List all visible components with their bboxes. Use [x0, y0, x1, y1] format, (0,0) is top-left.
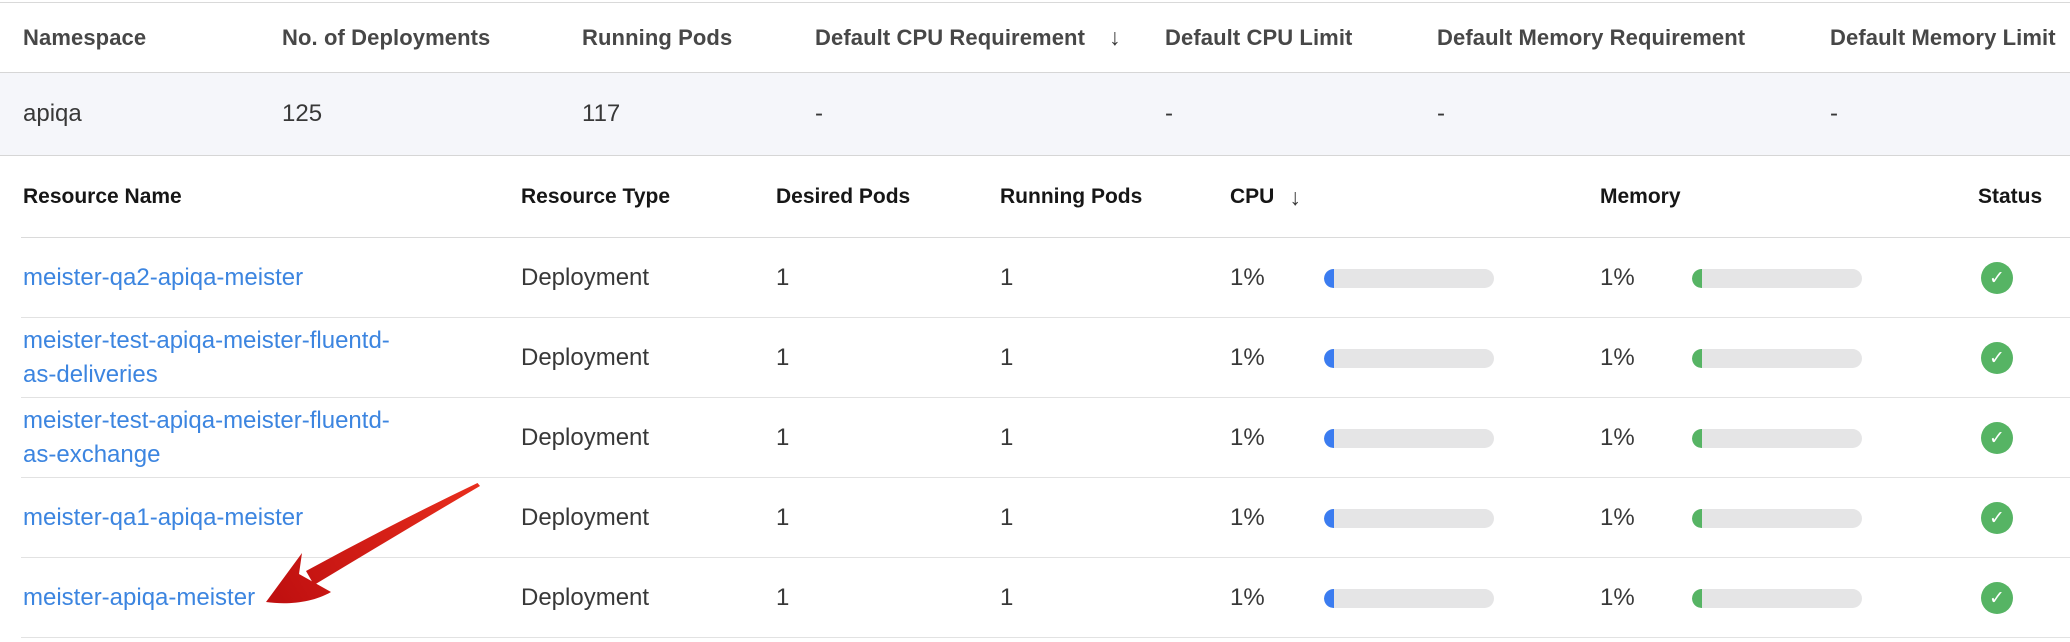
- cpu-percent: 1%: [1230, 264, 1324, 292]
- desired-pods: 1: [776, 238, 1000, 318]
- desired-pods: 1: [776, 558, 1000, 638]
- desired-pods: 1: [776, 478, 1000, 558]
- cpu-usage-fill: [1324, 429, 1334, 448]
- column-header-memory-requirement[interactable]: Default Memory Requirement: [1437, 25, 1830, 51]
- namespace-table-header: Namespace No. of Deployments Running Pod…: [0, 3, 2070, 73]
- memory-usage-bar: [1692, 429, 1862, 448]
- status-ok-icon: ✓: [1981, 422, 2013, 454]
- column-header-namespace[interactable]: Namespace: [23, 25, 282, 51]
- status-ok-icon: ✓: [1981, 502, 2013, 534]
- cpu-percent: 1%: [1230, 584, 1324, 612]
- desired-pods: 1: [776, 318, 1000, 398]
- memory-percent: 1%: [1600, 584, 1692, 612]
- resource-type: Deployment: [521, 318, 776, 398]
- resource-type: Deployment: [521, 238, 776, 318]
- memory-usage-bar: [1692, 509, 1862, 528]
- resource-link[interactable]: meister-qa1-apiqa-meister: [23, 501, 303, 535]
- namespace-memory-limit: -: [1830, 100, 2070, 128]
- memory-usage-fill: [1692, 349, 1702, 368]
- table-row: meister-test-apiqa-meister-fluentd-as-ex…: [0, 398, 2070, 478]
- resource-type: Deployment: [521, 558, 776, 638]
- namespace-cpu-limit: -: [1165, 100, 1437, 128]
- column-header-running-pods[interactable]: Running Pods: [1000, 156, 1230, 238]
- running-pods: 1: [1000, 478, 1230, 558]
- resource-table-header: Resource Name Resource Type Desired Pods…: [0, 156, 2070, 238]
- resource-type: Deployment: [521, 478, 776, 558]
- column-header-cpu-label: CPU: [1230, 185, 1274, 209]
- resource-table: Resource Name Resource Type Desired Pods…: [0, 156, 2070, 638]
- column-header-status[interactable]: Status: [1940, 185, 2042, 209]
- cpu-usage-fill: [1324, 589, 1334, 608]
- namespace-row-apiqa[interactable]: apiqa 125 117 - - - -: [0, 73, 2070, 156]
- cpu-usage-fill: [1324, 269, 1334, 288]
- running-pods: 1: [1000, 238, 1230, 318]
- resource-link[interactable]: meister-test-apiqa-meister-fluentd-as-de…: [23, 324, 411, 392]
- cpu-percent: 1%: [1230, 504, 1324, 532]
- status-ok-icon: ✓: [1981, 582, 2013, 614]
- memory-usage-bar: [1692, 349, 1862, 368]
- column-header-memory-limit[interactable]: Default Memory Limit: [1830, 25, 2070, 51]
- resource-type: Deployment: [521, 398, 776, 478]
- cpu-usage-fill: [1324, 349, 1334, 368]
- namespace-cpu-requirement: -: [815, 100, 1165, 128]
- namespace-memory-requirement: -: [1437, 100, 1830, 128]
- memory-usage-fill: [1692, 589, 1702, 608]
- namespace-table: Namespace No. of Deployments Running Pod…: [0, 2, 2070, 156]
- column-header-resource-type[interactable]: Resource Type: [521, 156, 776, 238]
- running-pods: 1: [1000, 398, 1230, 478]
- desired-pods: 1: [776, 398, 1000, 478]
- sort-descending-icon: ↓: [1109, 24, 1121, 50]
- column-header-desired-pods[interactable]: Desired Pods: [776, 156, 1000, 238]
- memory-usage-fill: [1692, 269, 1702, 288]
- memory-usage-fill: [1692, 429, 1702, 448]
- resource-link[interactable]: meister-apiqa-meister: [23, 581, 255, 615]
- cpu-usage-bar: [1324, 349, 1494, 368]
- memory-percent: 1%: [1600, 264, 1692, 292]
- cpu-percent: 1%: [1230, 424, 1324, 452]
- cpu-usage-bar: [1324, 429, 1494, 448]
- resource-link[interactable]: meister-test-apiqa-meister-fluentd-as-ex…: [23, 404, 411, 472]
- column-header-deployments[interactable]: No. of Deployments: [282, 25, 582, 51]
- column-header-cpu-limit[interactable]: Default CPU Limit: [1165, 25, 1437, 51]
- namespace-name: apiqa: [23, 100, 282, 128]
- running-pods: 1: [1000, 558, 1230, 638]
- table-row: meister-test-apiqa-meister-fluentd-as-de…: [0, 318, 2070, 398]
- status-ok-icon: ✓: [1981, 342, 2013, 374]
- memory-usage-fill: [1692, 509, 1702, 528]
- status-ok-icon: ✓: [1981, 262, 2013, 294]
- memory-percent: 1%: [1600, 504, 1692, 532]
- namespace-deployments-count: 125: [282, 100, 582, 128]
- memory-usage-bar: [1692, 269, 1862, 288]
- memory-percent: 1%: [1600, 344, 1692, 372]
- column-header-cpu[interactable]: CPU ↓: [1230, 156, 1600, 238]
- sort-descending-icon: ↓: [1289, 184, 1301, 211]
- table-row: meister-apiqa-meister Deployment 1 1 1% …: [0, 558, 2070, 638]
- column-header-running-pods[interactable]: Running Pods: [582, 25, 815, 51]
- memory-percent: 1%: [1600, 424, 1692, 452]
- cpu-usage-bar: [1324, 269, 1494, 288]
- column-header-memory[interactable]: Memory: [1600, 156, 1940, 238]
- cpu-percent: 1%: [1230, 344, 1324, 372]
- namespace-running-pods-count: 117: [582, 100, 815, 128]
- table-row: meister-qa2-apiqa-meister Deployment 1 1…: [0, 238, 2070, 318]
- column-header-cpu-requirement-label: Default CPU Requirement: [815, 25, 1085, 50]
- memory-usage-bar: [1692, 589, 1862, 608]
- column-header-cpu-requirement[interactable]: Default CPU Requirement ↓: [815, 24, 1165, 51]
- table-row: meister-qa1-apiqa-meister Deployment 1 1…: [0, 478, 2070, 558]
- running-pods: 1: [1000, 318, 1230, 398]
- resource-link[interactable]: meister-qa2-apiqa-meister: [23, 261, 303, 295]
- cpu-usage-bar: [1324, 509, 1494, 528]
- workloads-dashboard: Namespace No. of Deployments Running Pod…: [0, 2, 2070, 642]
- cpu-usage-bar: [1324, 589, 1494, 608]
- column-header-resource-name[interactable]: Resource Name: [23, 156, 521, 238]
- cpu-usage-fill: [1324, 509, 1334, 528]
